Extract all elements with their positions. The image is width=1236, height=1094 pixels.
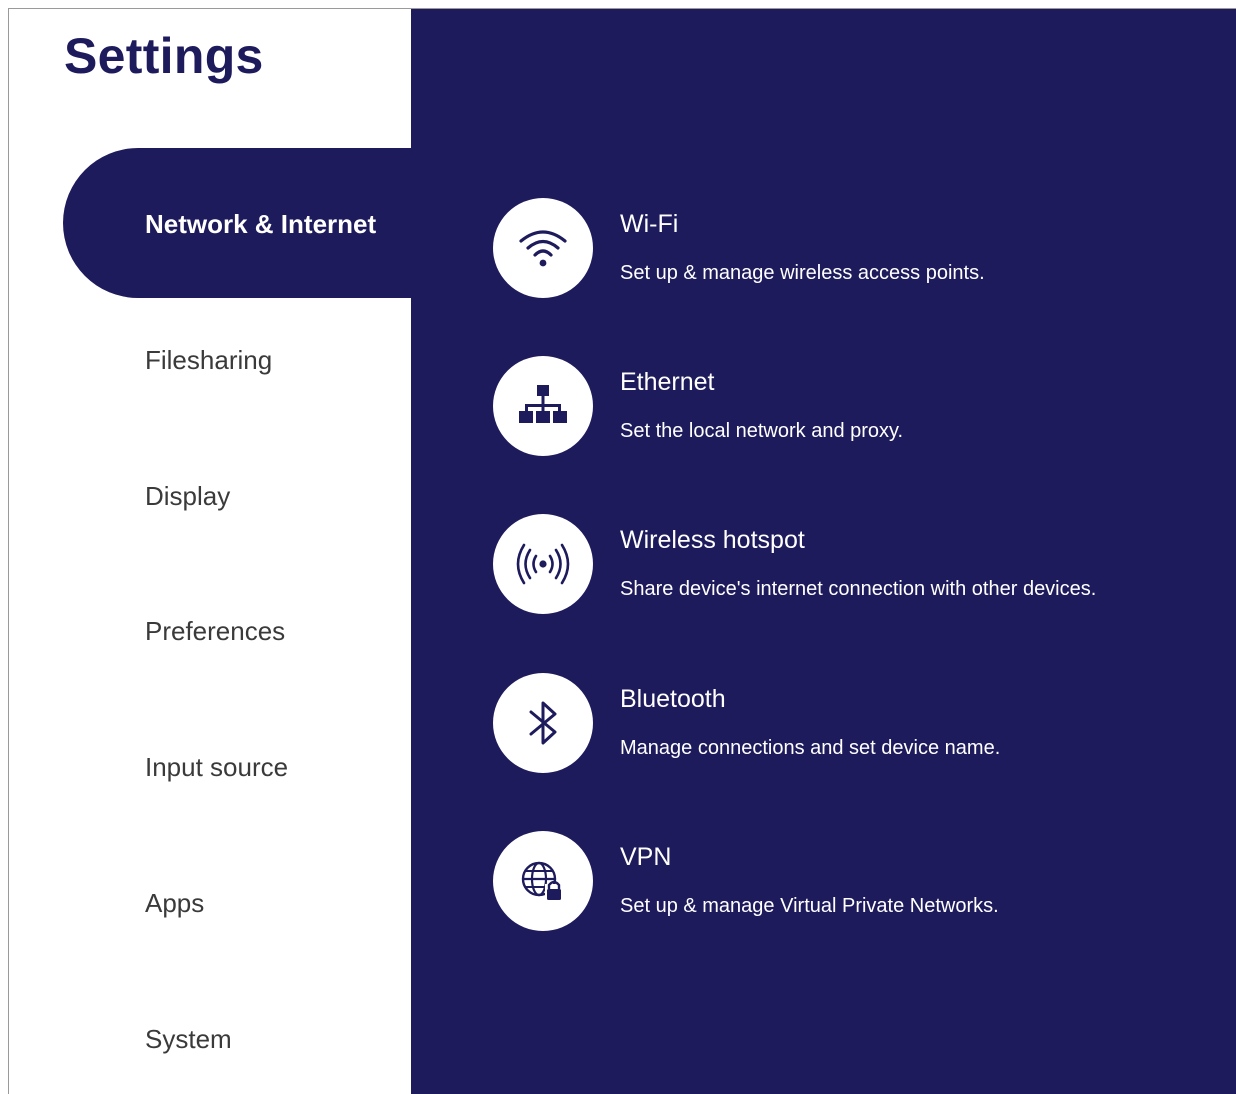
ethernet-icon xyxy=(493,356,593,456)
sidebar-panel xyxy=(9,298,411,1094)
sidebar-item-display[interactable]: Display xyxy=(145,481,230,512)
wifi-title: Wi-Fi xyxy=(620,210,679,238)
vpn-title: VPN xyxy=(620,843,672,871)
bluetooth-icon xyxy=(493,673,593,773)
sidebar-item-label-network-internet[interactable]: Network & Internet xyxy=(145,209,376,240)
sidebar-item-apps[interactable]: Apps xyxy=(145,888,204,919)
settings-window: Settings Network & Internet Filesharing … xyxy=(8,8,1236,1094)
vpn-description: Set up & manage Virtual Private Networks… xyxy=(620,895,999,917)
sidebar-item-input-source[interactable]: Input source xyxy=(145,752,288,783)
hotspot-icon xyxy=(493,514,593,614)
ethernet-description: Set the local network and proxy. xyxy=(620,420,904,442)
bluetooth-description: Manage connections and set device name. xyxy=(620,737,1001,759)
sidebar-item-preferences[interactable]: Preferences xyxy=(145,616,285,647)
bluetooth-setting[interactable]: Bluetooth Manage connections and set dev… xyxy=(493,673,1213,773)
wifi-description: Set up & manage wireless access points. xyxy=(620,262,985,284)
sidebar-item-filesharing[interactable]: Filesharing xyxy=(145,345,272,376)
ethernet-setting[interactable]: Ethernet Set the local network and proxy… xyxy=(493,356,1213,456)
hotspot-setting[interactable]: Wireless hotspot Share device's internet… xyxy=(493,514,1213,614)
vpn-icon xyxy=(493,831,593,931)
hotspot-title: Wireless hotspot xyxy=(620,526,805,554)
page-title: Settings xyxy=(64,28,264,84)
bluetooth-title: Bluetooth xyxy=(620,685,726,713)
sidebar-item-system[interactable]: System xyxy=(145,1024,232,1055)
ethernet-title: Ethernet xyxy=(620,368,715,396)
vpn-setting[interactable]: VPN Set up & manage Virtual Private Netw… xyxy=(493,831,1213,931)
wifi-setting[interactable]: Wi-Fi Set up & manage wireless access po… xyxy=(493,198,1213,298)
wifi-icon xyxy=(493,198,593,298)
hotspot-description: Share device's internet connection with … xyxy=(620,578,1097,600)
